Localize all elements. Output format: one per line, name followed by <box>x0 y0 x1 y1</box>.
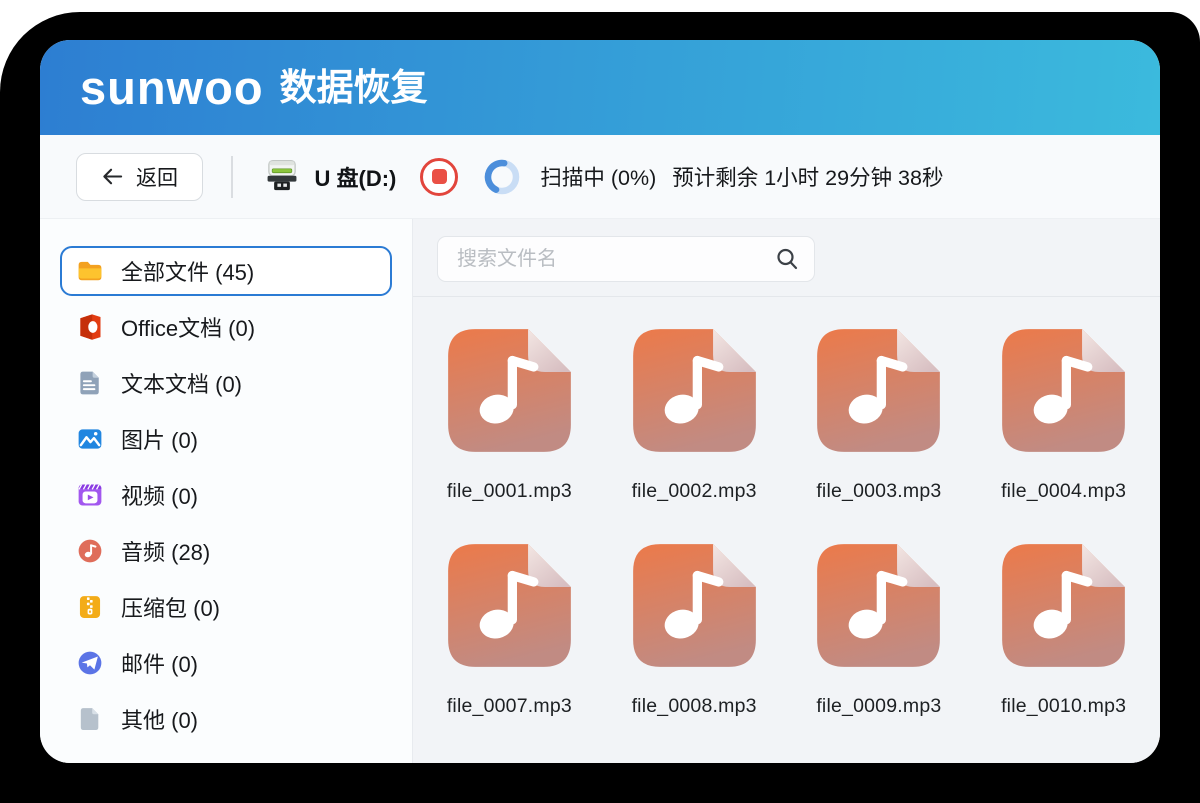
sidebar-item-others[interactable]: 其他 (0) <box>60 694 392 744</box>
file-grid: file_0001.mp3 file_0002.mp3 <box>413 297 1160 763</box>
file-card[interactable]: file_0001.mp3 <box>417 322 601 503</box>
app-header: sunwoo 数据恢复 <box>40 40 1160 135</box>
drive-selector[interactable]: U 盘(D:) <box>261 156 397 198</box>
usb-drive-icon <box>261 156 303 198</box>
sidebar-item-office-docs[interactable]: Office文档 (0) <box>60 302 392 352</box>
file-name: file_0010.mp3 <box>1001 695 1126 718</box>
toolbar: 返回 U 盘(D:) <box>40 135 1160 219</box>
file-card[interactable]: file_0010.mp3 <box>972 537 1156 718</box>
sidebar-item-images[interactable]: 图片 (0) <box>60 414 392 464</box>
audio-file-icon <box>995 322 1132 459</box>
other-file-icon <box>76 705 104 733</box>
sidebar-item-label: Office文档 (0) <box>121 311 255 343</box>
sidebar-item-label: 视频 (0) <box>121 479 198 511</box>
stop-scan-button[interactable] <box>420 158 458 196</box>
sidebar-item-videos[interactable]: 视频 (0) <box>60 470 392 520</box>
search-icon[interactable] <box>774 246 800 272</box>
file-name: file_0008.mp3 <box>632 695 757 718</box>
brand-logo: sunwoo <box>80 64 264 111</box>
sidebar-item-label: 其他 (0) <box>121 703 198 735</box>
toolbar-divider <box>231 156 233 198</box>
search-row <box>413 219 1160 297</box>
image-icon <box>76 425 104 453</box>
audio-file-icon <box>626 322 763 459</box>
audio-file-icon <box>995 537 1132 674</box>
sidebar-item-label: 文本文档 (0) <box>121 367 242 399</box>
sidebar-item-label: 邮件 (0) <box>121 647 198 679</box>
audio-file-icon <box>626 537 763 674</box>
drive-label: U 盘(D:) <box>315 161 397 193</box>
stop-icon <box>432 169 447 184</box>
sidebar-item-archives[interactable]: 压缩包 (0) <box>60 582 392 632</box>
file-name: file_0001.mp3 <box>447 480 572 503</box>
scan-progress-text: 扫描中 (0%) <box>540 161 656 192</box>
sidebar-item-label: 图片 (0) <box>121 423 198 455</box>
app-title: 数据恢复 <box>280 69 428 106</box>
back-button-label: 返回 <box>136 162 178 192</box>
folder-icon <box>76 257 104 285</box>
sidebar-item-audio[interactable]: 音频 (28) <box>60 526 392 576</box>
back-button[interactable]: 返回 <box>76 153 203 201</box>
scan-eta-text: 预计剩余 1小时 29分钟 38秒 <box>672 161 943 192</box>
mail-icon <box>76 649 104 677</box>
file-name: file_0007.mp3 <box>447 695 572 718</box>
scan-status: 扫描中 (0%) 预计剩余 1小时 29分钟 38秒 <box>540 161 943 192</box>
sidebar-item-text-docs[interactable]: 文本文档 (0) <box>60 358 392 408</box>
search-bar[interactable] <box>437 236 815 282</box>
audio-file-icon <box>810 537 947 674</box>
audio-file-icon <box>441 322 578 459</box>
file-card[interactable]: file_0008.mp3 <box>602 537 786 718</box>
archive-icon <box>76 593 104 621</box>
app-window: sunwoo 数据恢复 返回 U 盘(D <box>40 40 1160 763</box>
sidebar-item-label: 压缩包 (0) <box>121 591 220 623</box>
file-name: file_0002.mp3 <box>632 480 757 503</box>
sidebar: 全部文件 (45) Office文档 (0) 文本文档 (0) 图片 (0) <box>40 219 413 763</box>
audio-icon <box>76 537 104 565</box>
sidebar-item-all-files[interactable]: 全部文件 (45) <box>60 246 392 296</box>
search-input[interactable] <box>455 247 774 272</box>
sidebar-item-mail[interactable]: 邮件 (0) <box>60 638 392 688</box>
text-document-icon <box>76 369 104 397</box>
office-logo-icon <box>76 313 104 341</box>
file-card[interactable]: file_0002.mp3 <box>602 322 786 503</box>
video-icon <box>76 481 104 509</box>
left-arrow-icon <box>101 165 124 188</box>
file-card[interactable]: file_0003.mp3 <box>787 322 971 503</box>
sidebar-item-label: 音频 (28) <box>121 535 210 567</box>
sidebar-item-label: 全部文件 (45) <box>121 255 254 287</box>
file-card[interactable]: file_0007.mp3 <box>417 537 601 718</box>
file-name: file_0003.mp3 <box>816 480 941 503</box>
file-card[interactable]: file_0004.mp3 <box>972 322 1156 503</box>
file-name: file_0004.mp3 <box>1001 480 1126 503</box>
file-card[interactable]: file_0009.mp3 <box>787 537 971 718</box>
file-name: file_0009.mp3 <box>816 695 941 718</box>
main-panel: file_0001.mp3 file_0002.mp3 <box>413 219 1160 763</box>
audio-file-icon <box>810 322 947 459</box>
content-area: 全部文件 (45) Office文档 (0) 文本文档 (0) 图片 (0) <box>40 219 1160 763</box>
audio-file-icon <box>441 537 578 674</box>
scan-spinner-icon <box>484 159 520 195</box>
